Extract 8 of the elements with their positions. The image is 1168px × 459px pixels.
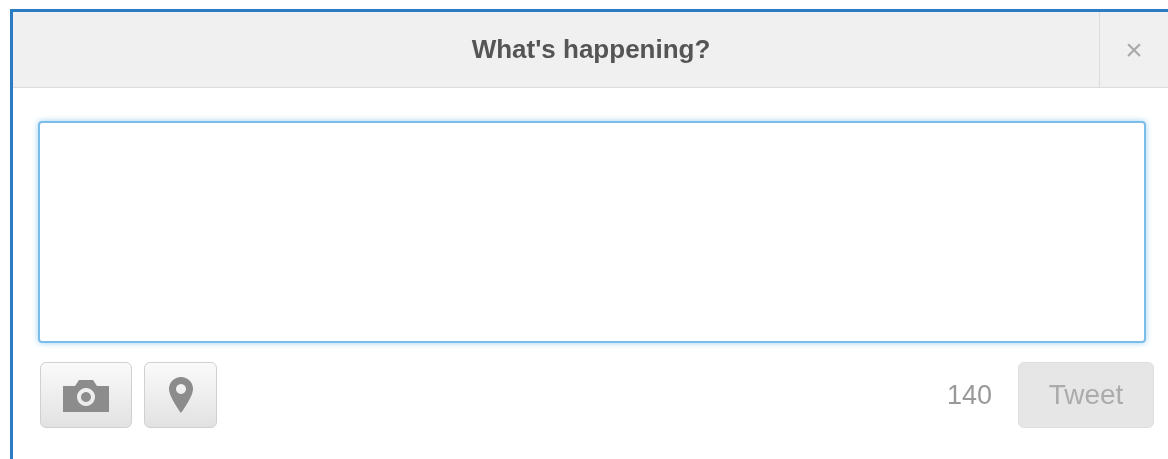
photo-button[interactable] [40,362,132,428]
camera-icon [63,378,109,412]
character-counter: 140 [946,378,992,412]
tweet-input[interactable] [38,121,1146,343]
location-button[interactable] [144,362,217,428]
dialog-title: What's happening? [471,33,711,66]
map-pin-icon [168,377,193,413]
close-button[interactable]: × [1099,12,1168,87]
